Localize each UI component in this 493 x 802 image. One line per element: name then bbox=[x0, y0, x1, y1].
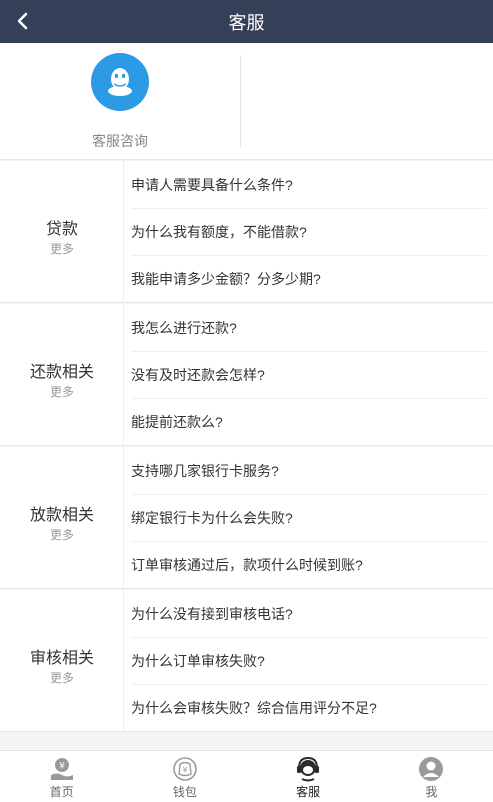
tab-wallet[interactable]: ¥ 钱包 bbox=[123, 751, 246, 802]
category-repayment[interactable]: 还款相关 更多 bbox=[0, 304, 124, 446]
contact-card: 客服咨询 bbox=[0, 43, 493, 160]
more-link[interactable]: 更多 bbox=[0, 240, 124, 257]
tab-label: 我 bbox=[425, 785, 438, 799]
faq-question[interactable]: 申请人需要具备什么条件? bbox=[131, 162, 487, 209]
faq-question[interactable]: 为什么订单审核失败? bbox=[131, 638, 487, 685]
svg-text:¥: ¥ bbox=[182, 766, 187, 775]
tab-label: 钱包 bbox=[172, 785, 197, 799]
faq-question[interactable]: 我能申请多少金额？分多少期? bbox=[131, 256, 487, 303]
faq-section-disbursement: 放款相关 更多 支持哪几家银行卡服务? 绑定银行卡为什么会失败? 订单审核通过后… bbox=[0, 447, 493, 589]
category-loan[interactable]: 贷款 更多 bbox=[0, 161, 124, 303]
divider bbox=[240, 55, 241, 147]
faq-question[interactable]: 绑定银行卡为什么会失败? bbox=[131, 495, 487, 542]
category-name: 放款相关 bbox=[29, 507, 94, 524]
category-name: 还款相关 bbox=[29, 364, 94, 381]
faq-question[interactable]: 为什么没有接到审核电话? bbox=[131, 591, 487, 638]
customer-consult-label: 客服咨询 bbox=[92, 133, 148, 149]
tab-customer-service[interactable]: 客服 bbox=[247, 751, 370, 802]
app-header: 客服 bbox=[0, 0, 493, 43]
customer-consult-button[interactable]: 客服咨询 bbox=[0, 43, 240, 160]
faq-question[interactable]: 能提前还款么? bbox=[131, 399, 487, 446]
wallet-icon: ¥ bbox=[173, 757, 197, 781]
faq-section-repayment: 还款相关 更多 我怎么进行还款? 没有及时还款会怎样? 能提前还款么? bbox=[0, 304, 493, 446]
tab-me[interactable]: 我 bbox=[370, 751, 493, 802]
faq-question[interactable]: 为什么我有额度，不能借款? bbox=[131, 209, 487, 256]
customer-service-icon bbox=[297, 756, 320, 782]
bottom-tab-bar: ¥ 首页 ¥ 钱包 客服 我 bbox=[0, 750, 493, 802]
tab-label: 首页 bbox=[49, 785, 74, 799]
faq-section-loan: 贷款 更多 申请人需要具备什么条件? 为什么我有额度，不能借款? 我能申请多少金… bbox=[0, 161, 493, 303]
tab-label: 客服 bbox=[296, 785, 321, 799]
category-review[interactable]: 审核相关 更多 bbox=[0, 590, 124, 732]
category-name: 审核相关 bbox=[29, 650, 94, 667]
home-money-icon: ¥ bbox=[50, 758, 73, 780]
more-link[interactable]: 更多 bbox=[0, 526, 124, 543]
qq-penguin-icon bbox=[91, 53, 149, 111]
category-disbursement[interactable]: 放款相关 更多 bbox=[0, 447, 124, 589]
more-link[interactable]: 更多 bbox=[0, 383, 124, 400]
back-button[interactable] bbox=[10, 8, 36, 34]
faq-question[interactable]: 没有及时还款会怎样? bbox=[131, 352, 487, 399]
faq-question[interactable]: 支持哪几家银行卡服务? bbox=[131, 448, 487, 495]
chevron-left-icon bbox=[17, 12, 28, 30]
category-name: 贷款 bbox=[45, 221, 78, 238]
tab-home[interactable]: ¥ 首页 bbox=[0, 751, 123, 802]
faq-question[interactable]: 订单审核通过后，款项什么时候到账? bbox=[131, 542, 487, 589]
faq-question[interactable]: 为什么会审核失败？综合信用评分不足? bbox=[131, 685, 487, 732]
svg-text:¥: ¥ bbox=[59, 762, 65, 772]
user-icon bbox=[419, 757, 444, 781]
faq-section-review: 审核相关 更多 为什么没有接到审核电话? 为什么订单审核失败? 为什么会审核失败… bbox=[0, 590, 493, 732]
more-link[interactable]: 更多 bbox=[0, 669, 124, 686]
page-title: 客服 bbox=[228, 12, 265, 33]
faq-question[interactable]: 我怎么进行还款? bbox=[131, 305, 487, 352]
